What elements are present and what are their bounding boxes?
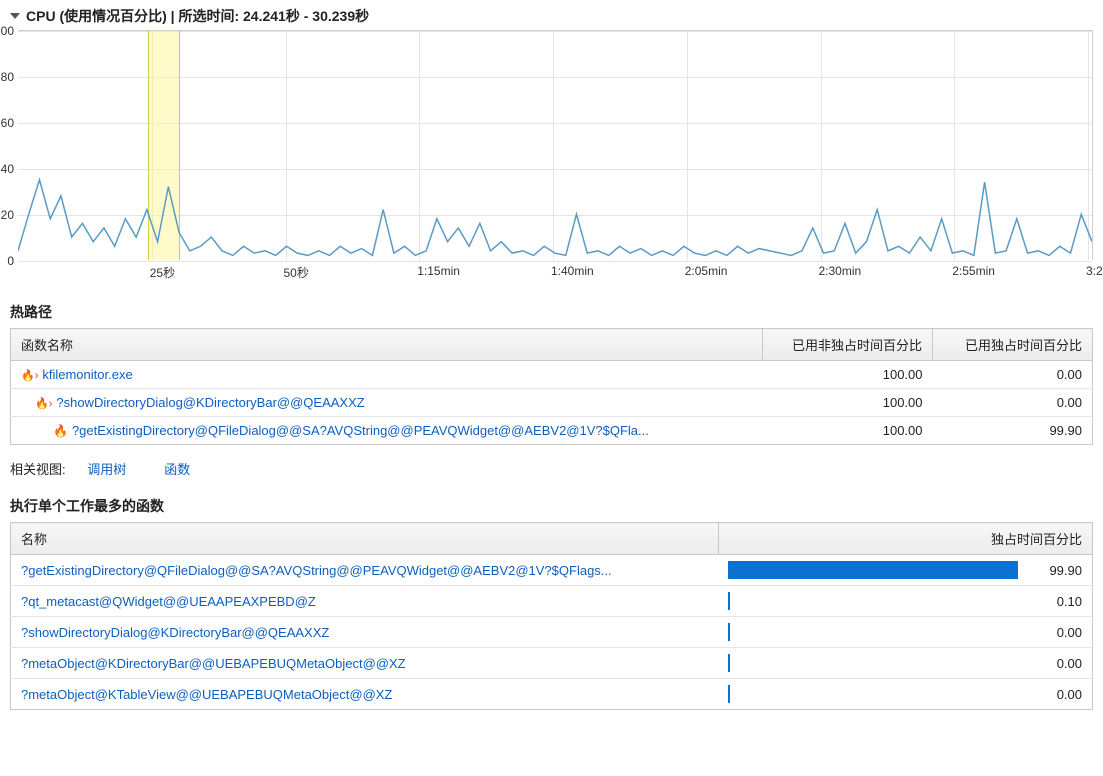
flame-arrow-icon: 🔥› [21, 370, 38, 382]
top-function-row[interactable]: ?metaObject@KDirectoryBar@@UEBAPEBUQMeta… [11, 648, 1093, 679]
related-views: 相关视图: 调用树 函数 [10, 459, 1093, 478]
exclusive-percent: 0.00 [1034, 656, 1082, 671]
hot-path-title: 热路径 [10, 302, 1093, 322]
top-functions-table: 名称 独占时间百分比 ?getExistingDirectory@QFileDi… [10, 522, 1093, 710]
exclusive-value: 0.00 [933, 389, 1093, 417]
x-tick: 25秒 [150, 264, 175, 281]
cpu-chart[interactable]: 020406080100 [18, 30, 1093, 260]
percent-bar [728, 561, 1018, 579]
chart-title: CPU (使用情况百分比) | 所选时间: 24.241秒 - 30.239秒 [26, 6, 369, 26]
top-function-row[interactable]: ?showDirectoryDialog@KDirectoryBar@@QEAA… [11, 617, 1093, 648]
related-view-link[interactable]: 函数 [164, 462, 190, 477]
cpu-line-series [18, 31, 1092, 260]
col-exclusive[interactable]: 已用独占时间百分比 [933, 329, 1093, 361]
inclusive-value: 100.00 [763, 361, 933, 389]
x-tick: 1:15min [417, 264, 460, 278]
flame-arrow-icon: 🔥› [35, 398, 52, 410]
y-tick: 0 [7, 254, 14, 268]
col-function-name[interactable]: 函数名称 [11, 329, 763, 361]
y-tick: 20 [1, 208, 14, 222]
exclusive-percent: 99.90 [1034, 563, 1082, 578]
hot-path-row[interactable]: 🔥› ?showDirectoryDialog@KDirectoryBar@@QE… [11, 389, 1093, 417]
related-view-link[interactable]: 调用树 [87, 462, 126, 477]
top-function-row[interactable]: ?qt_metacast@QWidget@@UEAAPEAXPEBD@Z 0.10 [11, 586, 1093, 617]
flame-icon: 🔥 [53, 424, 68, 438]
percent-bar [728, 592, 730, 610]
inclusive-value: 100.00 [763, 417, 933, 445]
y-axis: 020406080100 [0, 31, 18, 260]
exclusive-value: 99.90 [933, 417, 1093, 445]
y-tick: 100 [0, 24, 14, 38]
function-link[interactable]: ?showDirectoryDialog@KDirectoryBar@@QEAA… [21, 625, 329, 640]
x-tick: 50秒 [284, 264, 309, 281]
exclusive-percent: 0.10 [1034, 594, 1082, 609]
top-function-row[interactable]: ?getExistingDirectory@QFileDialog@@SA?AV… [11, 555, 1093, 586]
x-tick: 2:55min [952, 264, 995, 278]
y-tick: 80 [1, 70, 14, 84]
exclusive-percent: 0.00 [1034, 625, 1082, 640]
function-link[interactable]: ?qt_metacast@QWidget@@UEAAPEAXPEBD@Z [21, 594, 316, 609]
percent-bar [728, 623, 730, 641]
x-tick: 2:05min [685, 264, 728, 278]
function-link[interactable]: ?showDirectoryDialog@KDirectoryBar@@QEAA… [56, 395, 364, 410]
function-link[interactable]: ?metaObject@KTableView@@UEBAPEBUQMetaObj… [21, 687, 392, 702]
function-link[interactable]: ?getExistingDirectory@QFileDialog@@SA?AV… [21, 563, 612, 578]
col-exclusive-pct[interactable]: 独占时间百分比 [718, 523, 1093, 555]
exclusive-value: 0.00 [933, 361, 1093, 389]
x-axis: 25秒 50秒 1:15min 1:40min 2:05min 2:30min 2:55mi… [18, 264, 1093, 284]
function-link[interactable]: ?metaObject@KDirectoryBar@@UEBAPEBUQMeta… [21, 656, 406, 671]
x-tick: 2:30min [819, 264, 862, 278]
function-link[interactable]: kfilemonitor.exe [42, 367, 132, 382]
inclusive-value: 100.00 [763, 389, 933, 417]
collapse-triangle-icon[interactable] [10, 13, 20, 19]
y-tick: 40 [1, 162, 14, 176]
function-link[interactable]: ?getExistingDirectory@QFileDialog@@SA?AV… [72, 423, 649, 438]
related-label: 相关视图: [10, 462, 66, 477]
hot-path-row[interactable]: 🔥 ?getExistingDirectory@QFileDialog@@SA?A… [11, 417, 1093, 445]
hot-path-row[interactable]: 🔥› kfilemonitor.exe 100.000.00 [11, 361, 1093, 389]
col-inclusive[interactable]: 已用非独占时间百分比 [763, 329, 933, 361]
col-name[interactable]: 名称 [11, 523, 719, 555]
top-functions-title: 执行单个工作最多的函数 [10, 496, 1093, 516]
x-tick: 3:20m [1086, 264, 1103, 278]
chart-header: CPU (使用情况百分比) | 所选时间: 24.241秒 - 30.239秒 [0, 0, 1103, 30]
y-tick: 60 [1, 116, 14, 130]
top-function-row[interactable]: ?metaObject@KTableView@@UEBAPEBUQMetaObj… [11, 679, 1093, 710]
x-tick: 1:40min [551, 264, 594, 278]
exclusive-percent: 0.00 [1034, 687, 1082, 702]
hot-path-table: 函数名称 已用非独占时间百分比 已用独占时间百分比 🔥› kfilemonitor… [10, 328, 1093, 445]
percent-bar [728, 654, 730, 672]
percent-bar [728, 685, 730, 703]
